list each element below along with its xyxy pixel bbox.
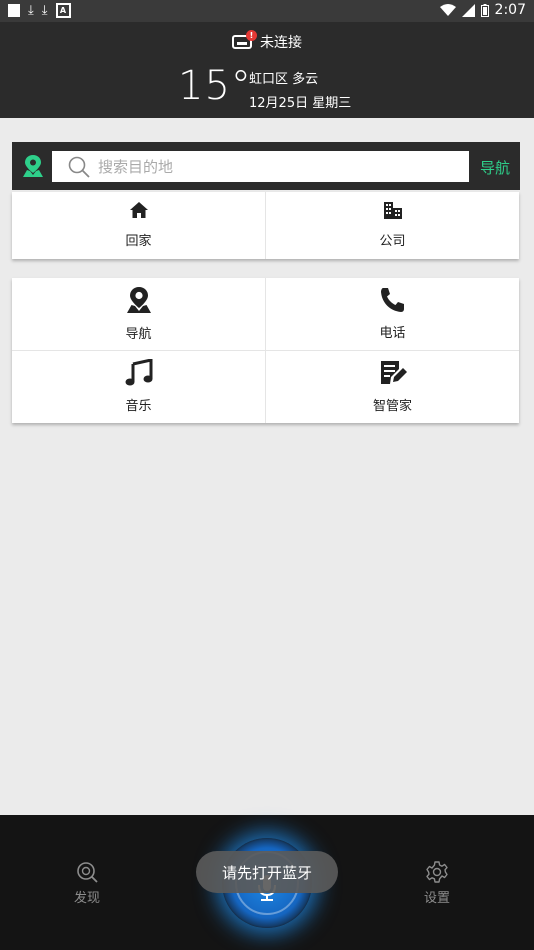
navigate-button[interactable]: 导航 — [480, 157, 510, 178]
location-pin-icon — [126, 287, 151, 313]
tab-discover[interactable]: 发现 — [74, 861, 100, 906]
feature-label: 导航 — [125, 327, 152, 342]
feature-phone[interactable]: 电话 — [266, 287, 519, 341]
tab-settings-label: 设置 — [424, 891, 451, 906]
tab-settings[interactable]: 设置 — [424, 861, 450, 906]
company-label: 公司 — [379, 234, 406, 249]
feature-label: 智管家 — [372, 399, 412, 414]
a-icon: A — [55, 3, 71, 18]
notes-edit-icon — [380, 361, 407, 384]
shortcuts-card: 回家 公司 — [12, 192, 519, 259]
feature-smart-butler[interactable]: 智管家 — [266, 359, 519, 414]
building-icon — [383, 202, 402, 219]
home-shortcut[interactable]: 回家 — [12, 202, 265, 249]
temperature: 15° — [178, 63, 252, 109]
notification-square-icon — [8, 4, 20, 17]
search-input[interactable]: 搜索目的地 — [52, 151, 469, 182]
search-icon — [68, 156, 90, 178]
download-icon: ⤓ — [41, 2, 48, 18]
features-card: 导航 电话 音乐 智管家 — [12, 278, 519, 423]
connection-status-label: 未连接 — [260, 35, 302, 51]
battery-icon — [480, 3, 489, 17]
connection-status[interactable]: ! 未连接 — [0, 30, 534, 52]
tab-discover-label: 发现 — [74, 891, 101, 906]
feature-navigation[interactable]: 导航 — [12, 286, 265, 342]
alert-badge-icon: ! — [246, 30, 257, 41]
music-note-icon — [125, 359, 152, 386]
toast-message: 请先打开蓝牙 — [196, 851, 338, 893]
phone-icon — [380, 288, 404, 312]
signal-icon — [461, 3, 475, 17]
location-pin-icon — [23, 155, 43, 177]
device-icon: ! — [232, 30, 257, 49]
weather-header: ! 未连接 15° 虹口区 多云 12月25日 星期三 — [0, 22, 534, 118]
company-shortcut[interactable]: 公司 — [266, 202, 519, 249]
divider — [12, 350, 519, 351]
feature-music[interactable]: 音乐 — [12, 359, 265, 414]
search-bar: 搜索目的地 导航 — [12, 142, 520, 190]
location-weather: 虹口区 多云 — [249, 72, 319, 87]
date-label: 12月25日 星期三 — [249, 96, 352, 111]
feature-label: 电话 — [379, 326, 406, 341]
feature-label: 音乐 — [125, 399, 152, 414]
discover-icon — [77, 862, 98, 883]
status-bar: ⤓ ⤓ A 2:07 — [0, 0, 534, 22]
home-icon — [129, 202, 148, 218]
status-time: 2:07 — [494, 2, 526, 18]
search-placeholder: 搜索目的地 — [98, 158, 174, 176]
download-icon: ⤓ — [28, 2, 34, 18]
wifi-icon — [439, 3, 456, 16]
home-label: 回家 — [125, 234, 152, 249]
gear-icon — [426, 861, 448, 883]
